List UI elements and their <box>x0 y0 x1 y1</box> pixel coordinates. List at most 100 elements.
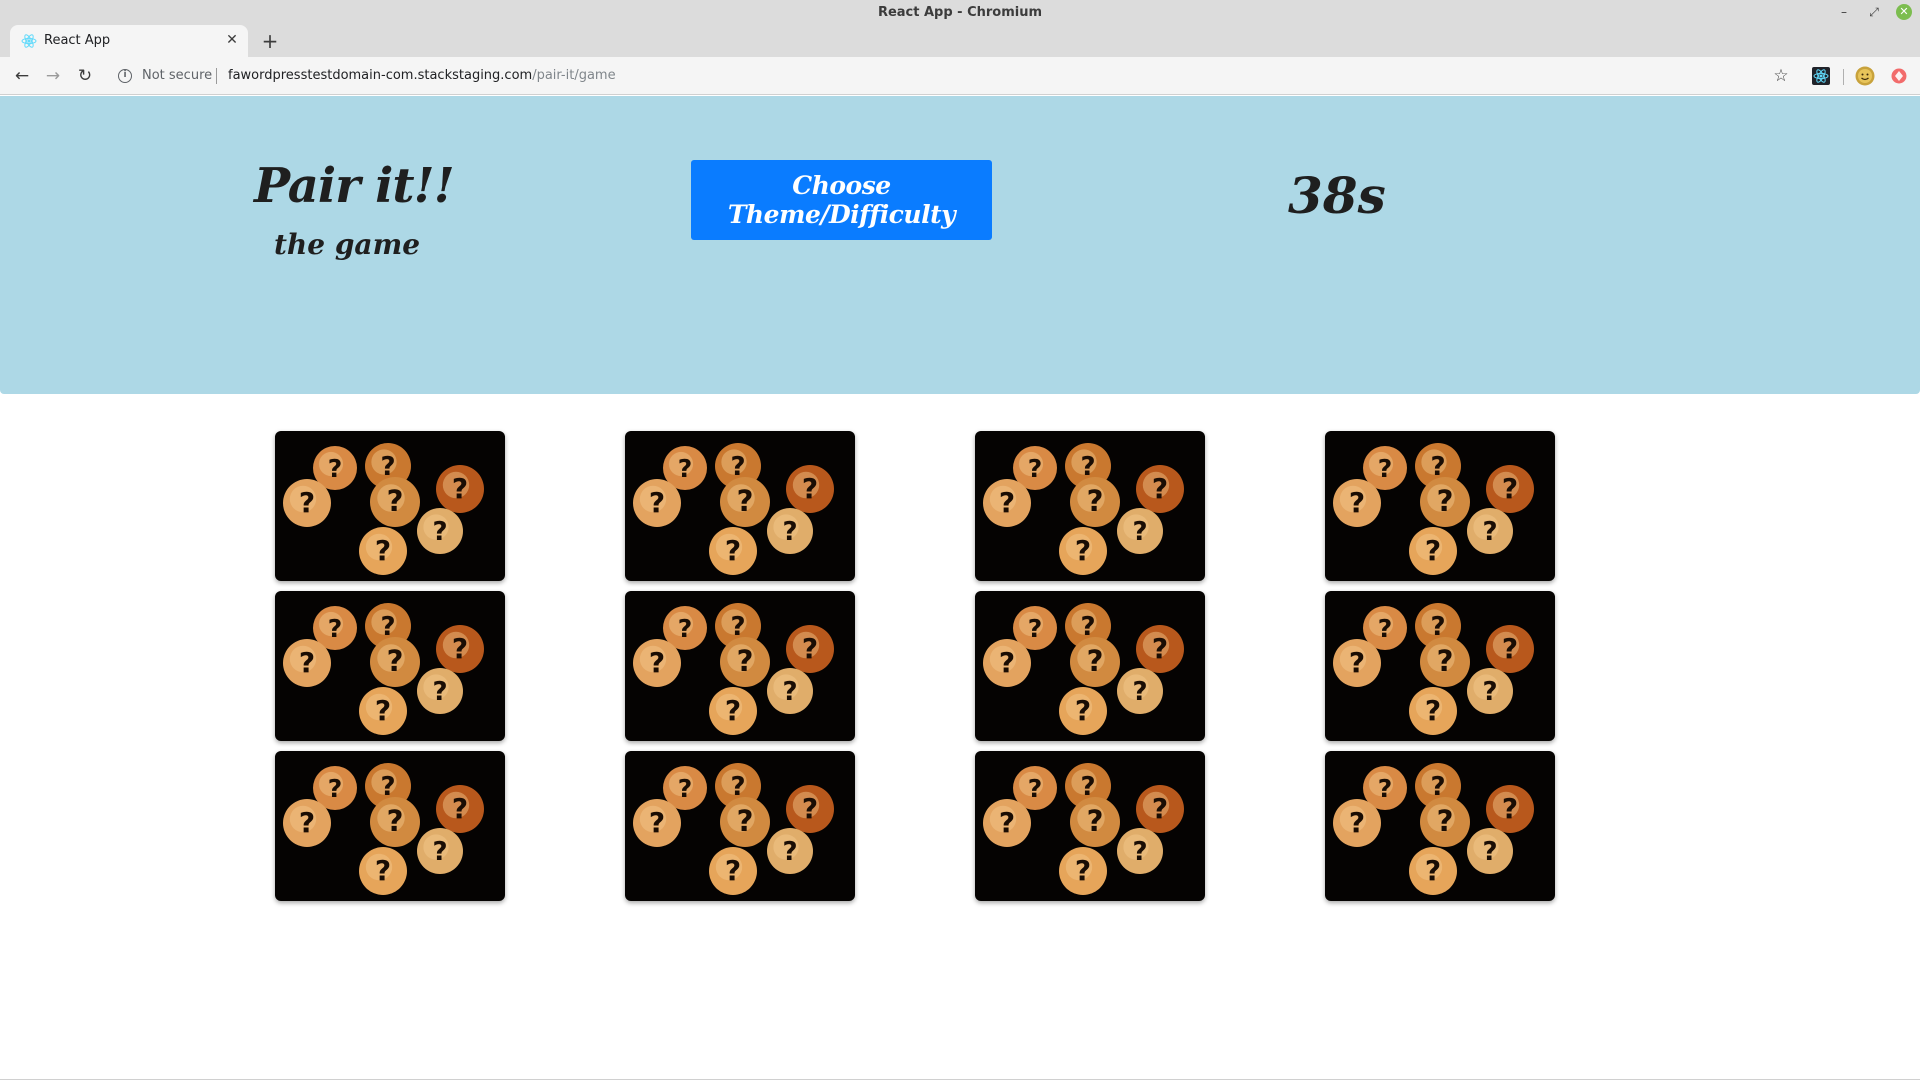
svg-text:?: ? <box>432 517 447 547</box>
svg-text:?: ? <box>1087 484 1104 518</box>
question-mark-coins-icon: ??????? <box>1333 603 1534 735</box>
svg-text:?: ? <box>299 646 315 679</box>
svg-text:?: ? <box>725 854 741 887</box>
svg-text:?: ? <box>375 854 391 887</box>
svg-text:?: ? <box>1437 804 1454 838</box>
svg-text:?: ? <box>1075 534 1091 567</box>
svg-text:?: ? <box>1437 484 1454 518</box>
close-window-icon[interactable]: ✕ <box>1896 4 1912 20</box>
svg-text:?: ? <box>1152 472 1168 505</box>
bookmark-star-icon[interactable]: ☆ <box>1770 65 1792 87</box>
svg-text:?: ? <box>1482 677 1497 707</box>
question-mark-coins-icon: ??????? <box>1333 443 1534 575</box>
profile-avatar-icon[interactable] <box>1854 65 1876 87</box>
svg-text:?: ? <box>452 472 468 505</box>
svg-text:?: ? <box>1132 837 1147 867</box>
svg-text:?: ? <box>737 644 754 678</box>
svg-text:?: ? <box>1349 806 1365 839</box>
svg-text:?: ? <box>737 804 754 838</box>
new-tab-icon[interactable]: + <box>258 29 282 53</box>
browser-toolbar: ← → ↻ i Not secure fawordpresstestdomain… <box>0 57 1920 95</box>
svg-text:?: ? <box>649 646 665 679</box>
memory-card[interactable]: ??????? <box>275 591 505 741</box>
svg-text:?: ? <box>725 694 741 727</box>
svg-text:?: ? <box>649 486 665 519</box>
svg-text:?: ? <box>375 694 391 727</box>
question-mark-coins-icon: ??????? <box>283 443 484 575</box>
svg-text:?: ? <box>782 837 797 867</box>
svg-text:?: ? <box>1482 517 1497 547</box>
react-devtools-extension-icon[interactable] <box>1810 65 1832 87</box>
memory-card[interactable]: ??????? <box>625 591 855 741</box>
svg-text:?: ? <box>678 454 693 483</box>
browser-titlebar: React App - Chromium – ⤢ ✕ React App ✕ + <box>0 0 1920 57</box>
security-label[interactable]: Not secure <box>142 68 212 83</box>
address-separator <box>216 68 217 84</box>
svg-text:?: ? <box>1378 454 1393 483</box>
browser-tab[interactable]: React App ✕ <box>10 25 248 57</box>
memory-card[interactable]: ??????? <box>975 591 1205 741</box>
svg-text:?: ? <box>1028 614 1043 643</box>
memory-card[interactable]: ??????? <box>275 431 505 581</box>
svg-text:?: ? <box>328 614 343 643</box>
svg-text:?: ? <box>1075 694 1091 727</box>
svg-text:?: ? <box>802 792 818 825</box>
svg-text:?: ? <box>299 806 315 839</box>
maximize-window-icon[interactable]: ⤢ <box>1866 4 1882 20</box>
question-mark-coins-icon: ??????? <box>633 603 834 735</box>
question-mark-coins-icon: ??????? <box>983 603 1184 735</box>
svg-text:?: ? <box>1087 644 1104 678</box>
svg-text:?: ? <box>375 534 391 567</box>
svg-text:?: ? <box>802 632 818 665</box>
url-host: fawordpresstestdomain-com.stackstaging.c… <box>228 68 533 83</box>
question-mark-coins-icon: ??????? <box>983 443 1184 575</box>
svg-text:?: ? <box>328 774 343 803</box>
card-board: ????????????????????????????????????????… <box>0 96 1920 1080</box>
memory-card[interactable]: ??????? <box>975 751 1205 901</box>
svg-text:?: ? <box>1378 774 1393 803</box>
memory-card[interactable]: ??????? <box>625 431 855 581</box>
svg-text:?: ? <box>387 484 404 518</box>
page: Pair it!! the game Choose Theme/Difficul… <box>0 96 1920 1080</box>
svg-text:?: ? <box>782 677 797 707</box>
reload-icon[interactable]: ↻ <box>74 65 96 87</box>
svg-text:?: ? <box>1349 486 1365 519</box>
url-path: /pair-it/game <box>532 68 616 83</box>
tab-title: React App <box>44 33 111 48</box>
svg-text:?: ? <box>782 517 797 547</box>
svg-text:?: ? <box>1482 837 1497 867</box>
svg-text:?: ? <box>1028 774 1043 803</box>
tab-close-icon[interactable]: ✕ <box>224 32 240 48</box>
svg-text:?: ? <box>1132 517 1147 547</box>
svg-text:?: ? <box>1425 854 1441 887</box>
svg-text:?: ? <box>1378 614 1393 643</box>
svg-text:?: ? <box>432 837 447 867</box>
memory-card[interactable]: ??????? <box>975 431 1205 581</box>
url-text[interactable]: fawordpresstestdomain-com.stackstaging.c… <box>228 68 616 83</box>
svg-text:?: ? <box>1152 792 1168 825</box>
svg-text:?: ? <box>452 792 468 825</box>
svg-text:?: ? <box>1425 694 1441 727</box>
address-bar[interactable]: i Not secure fawordpresstestdomain-com.s… <box>112 63 1772 89</box>
svg-text:?: ? <box>1502 472 1518 505</box>
svg-text:?: ? <box>1028 454 1043 483</box>
svg-text:?: ? <box>1152 632 1168 665</box>
memory-card[interactable]: ??????? <box>1325 431 1555 581</box>
svg-text:?: ? <box>1502 792 1518 825</box>
question-mark-coins-icon: ??????? <box>283 603 484 735</box>
svg-text:?: ? <box>387 804 404 838</box>
memory-card[interactable]: ??????? <box>625 751 855 901</box>
extension-red-icon[interactable] <box>1888 65 1910 87</box>
memory-card[interactable]: ??????? <box>1325 591 1555 741</box>
forward-arrow-icon[interactable]: → <box>42 65 64 87</box>
svg-text:?: ? <box>328 454 343 483</box>
svg-text:?: ? <box>1349 646 1365 679</box>
svg-text:?: ? <box>737 484 754 518</box>
minimize-window-icon[interactable]: – <box>1836 4 1852 20</box>
memory-card[interactable]: ??????? <box>275 751 505 901</box>
svg-text:?: ? <box>387 644 404 678</box>
memory-card[interactable]: ??????? <box>1325 751 1555 901</box>
info-icon[interactable]: i <box>118 69 132 83</box>
svg-text:?: ? <box>999 646 1015 679</box>
back-arrow-icon[interactable]: ← <box>11 65 33 87</box>
